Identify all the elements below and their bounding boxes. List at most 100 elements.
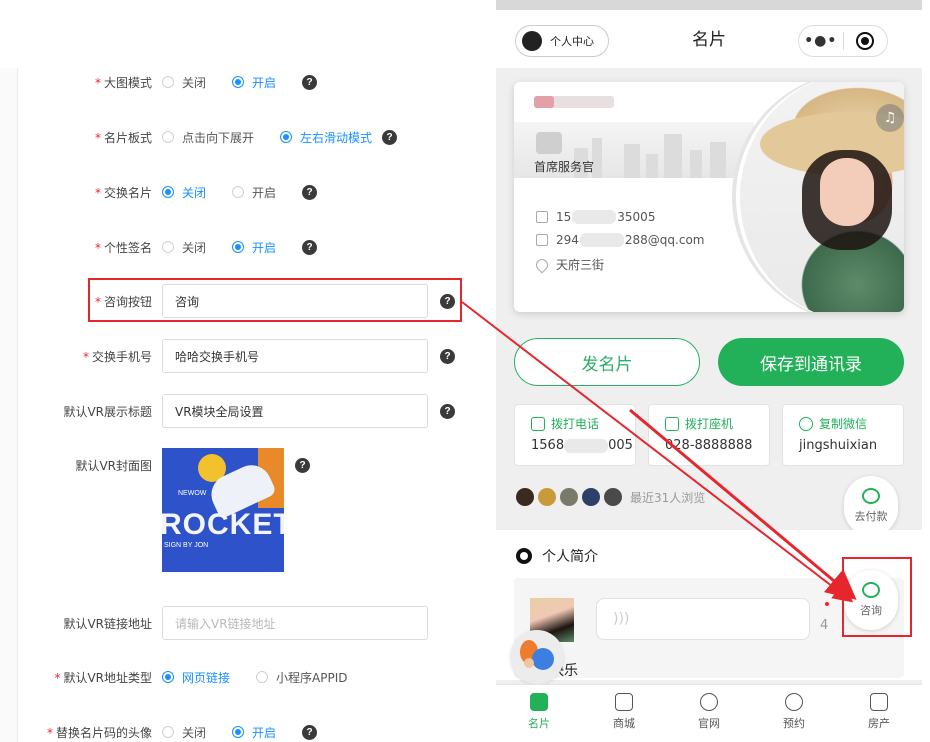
wechat-icon	[799, 416, 813, 431]
vr-type-web-radio[interactable]: 网页链接	[162, 669, 230, 686]
large-image-mode-off-radio[interactable]: 关闭	[162, 74, 206, 91]
bottom-tab-bar: 名片 商城 官网 预约 房产	[496, 684, 922, 742]
card-address: 天府三街	[533, 256, 604, 273]
help-icon[interactable]: ?	[382, 129, 398, 145]
visitor-avatar	[604, 488, 622, 506]
unread-dot	[825, 602, 829, 606]
row-vr-address-type: * 默认VR地址类型 网页链接 小程序APPID	[0, 662, 500, 692]
large-image-mode-on-radio[interactable]: 开启	[232, 74, 276, 91]
visitor-avatar	[560, 488, 578, 506]
pay-chat-icon	[862, 488, 880, 504]
exchange-phone-input[interactable]: 哈哈交换手机号	[162, 339, 428, 373]
exchange-card-label: * 交换名片	[94, 185, 152, 200]
title-blurred	[536, 132, 562, 154]
tab-booking[interactable]: 预约	[769, 693, 819, 731]
help-icon[interactable]: ?	[302, 724, 318, 740]
vr-link-label: 默认VR链接地址	[63, 616, 152, 631]
vr-type-miniprogram-radio[interactable]: 小程序APPID	[256, 669, 347, 686]
voice-duration: 4	[820, 618, 829, 633]
help-icon[interactable]: ?	[302, 184, 318, 200]
help-icon[interactable]: ?	[295, 458, 310, 473]
phone-top-edge	[496, 0, 922, 10]
replace-avatar-on-radio[interactable]: 开启	[232, 724, 276, 741]
send-card-button[interactable]: 发名片	[514, 338, 700, 386]
row-exchange-phone: * 交换手机号 哈哈交换手机号 ?	[0, 339, 500, 373]
card-tab-icon	[530, 693, 548, 711]
row-vr-link: 默认VR链接地址 请输入VR链接地址	[0, 606, 500, 640]
card-layout-expand-radio[interactable]: 点击向下展开	[162, 129, 254, 146]
vr-address-type-label: * 默认VR地址类型	[54, 670, 152, 685]
capsule-menu: •●•	[798, 25, 888, 57]
exchange-card-off-radio[interactable]: 关闭	[162, 184, 206, 201]
recent-visitors[interactable]: 最近31人浏览	[516, 486, 705, 508]
clock-icon	[785, 693, 803, 711]
house-icon	[870, 693, 888, 711]
phone-call-icon	[531, 416, 545, 431]
more-dots-icon[interactable]: •●•	[799, 33, 843, 49]
bag-icon	[615, 693, 633, 711]
vr-cover-label: 默认VR封面图	[75, 458, 152, 473]
signature-on-radio[interactable]: 开启	[232, 239, 276, 256]
cover-top-text: NEWOW	[178, 490, 207, 497]
vr-title-label: 默认VR展示标题	[63, 404, 152, 419]
tab-website[interactable]: 官网	[684, 693, 734, 731]
location-icon	[533, 256, 551, 273]
quick-actions: 拨打电话 1568 005 拨打座机 028-8888888 复制微信 jings…	[514, 404, 922, 466]
card-email: 294 288@qq.com	[536, 233, 705, 247]
highlight-consult-button	[842, 557, 912, 637]
help-icon[interactable]: ?	[440, 403, 455, 419]
mail-icon	[536, 234, 548, 246]
card-actions: 发名片 保存到通讯录	[514, 338, 904, 386]
floating-ball-icon[interactable]	[510, 630, 564, 684]
card-layout-label: * 名片板式	[94, 130, 152, 145]
card-phone: 15 35005	[536, 210, 655, 224]
cover-big-text: ROCKET	[162, 508, 284, 541]
vr-link-input[interactable]: 请输入VR链接地址	[162, 606, 428, 640]
card-layout-slide-radio[interactable]: 左右滑动模式	[280, 129, 372, 146]
row-vr-title: 默认VR展示标题 VR模块全局设置 ?	[0, 394, 500, 428]
voice-message[interactable]: )))	[596, 598, 810, 640]
tab-property[interactable]: 房产	[854, 693, 904, 731]
call-landline-box[interactable]: 拨打座机 028-8888888	[648, 404, 770, 466]
visitor-avatar	[582, 488, 600, 506]
row-replace-avatar: * 替换名片码的头像 关闭 开启 ?	[0, 717, 500, 742]
highlight-consult-setting	[88, 278, 462, 322]
settings-form: * 大图模式 关闭 开启 ? * 名片板式 点击向下展开 左右滑动模式 ? * 交换名…	[0, 0, 500, 742]
vr-title-input[interactable]: VR模块全局设置	[162, 394, 428, 428]
tab-mall[interactable]: 商城	[599, 693, 649, 731]
visitor-avatar	[516, 488, 534, 506]
music-icon[interactable]: ♫	[876, 104, 904, 132]
phone-icon	[536, 211, 548, 223]
row-signature: * 个性签名 关闭 开启 ?	[0, 232, 500, 262]
help-icon[interactable]: ?	[440, 348, 455, 364]
exchange-card-on-radio[interactable]: 开启	[232, 184, 276, 201]
pay-float-button[interactable]: 去付款	[844, 476, 898, 536]
signature-label: * 个性签名	[94, 240, 152, 255]
call-phone-box[interactable]: 拨打电话 1568 005	[514, 404, 636, 466]
tab-card[interactable]: 名片	[514, 693, 564, 731]
intro-header: 个人简介	[516, 546, 598, 566]
help-icon[interactable]: ?	[302, 74, 318, 90]
large-image-mode-label: * 大图模式	[94, 75, 152, 90]
globe-icon	[700, 693, 718, 711]
visitor-avatar	[538, 488, 556, 506]
business-card[interactable]: 首席服务官 15 35005 294 288@qq.com 天府三街 ♫	[514, 82, 904, 312]
exchange-phone-label: * 交换手机号	[82, 349, 152, 364]
row-exchange-card: * 交换名片 关闭 开启 ?	[0, 177, 500, 207]
copy-wechat-box[interactable]: 复制微信 jingshuixian	[782, 404, 904, 466]
signature-off-radio[interactable]: 关闭	[162, 239, 206, 256]
cover-bottom-text: SIGN BY JON	[164, 542, 209, 549]
name-blurred	[534, 96, 614, 108]
mini-program-nav: 个人中心 名片 •●•	[496, 10, 922, 68]
close-target-icon[interactable]	[843, 32, 887, 50]
landline-icon	[665, 416, 679, 431]
help-icon[interactable]: ?	[302, 239, 318, 255]
replace-avatar-label: * 替换名片码的头像	[46, 725, 152, 740]
row-large-image-mode: * 大图模式 关闭 开启 ?	[0, 67, 500, 97]
vr-cover-image[interactable]: NEWOW ROCKET SIGN BY JON	[162, 448, 284, 572]
intro-icon	[516, 548, 532, 564]
row-card-layout: * 名片板式 点击向下展开 左右滑动模式 ?	[0, 122, 500, 152]
save-contact-button[interactable]: 保存到通讯录	[718, 338, 904, 386]
card-position: 首席服务官	[534, 160, 595, 174]
replace-avatar-off-radio[interactable]: 关闭	[162, 724, 206, 741]
